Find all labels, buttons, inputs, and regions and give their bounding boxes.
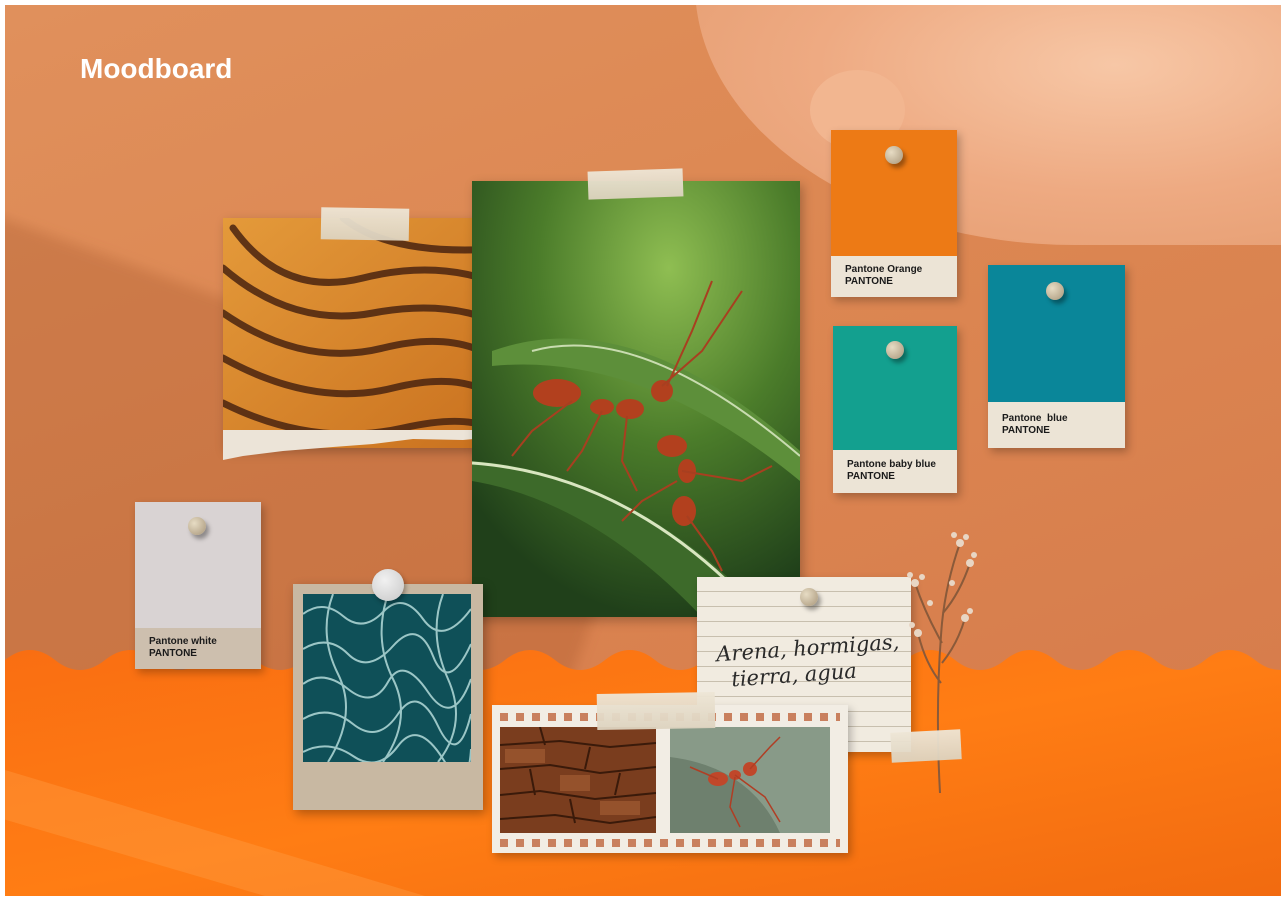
swatch-name: Pantone Orange bbox=[845, 264, 923, 275]
push-pin bbox=[886, 341, 904, 359]
push-pin bbox=[188, 517, 206, 535]
swatch-brand: PANTONE bbox=[845, 276, 893, 287]
swatch-name: Pantone blue bbox=[1002, 413, 1068, 424]
tape-strip bbox=[596, 691, 716, 731]
tape-strip bbox=[587, 168, 684, 200]
ants-on-leaf-photo bbox=[472, 181, 800, 617]
push-pin bbox=[885, 146, 903, 164]
tape-strip bbox=[320, 207, 410, 241]
page-title: Moodboard bbox=[80, 53, 233, 84]
film-perforations bbox=[500, 839, 840, 847]
torn-paper-edge bbox=[223, 430, 508, 460]
swatch-brand: PANTONE bbox=[149, 648, 197, 659]
rock-texture-photo bbox=[500, 727, 656, 833]
note-text: Arena, hormigas, tierra, agua bbox=[715, 629, 900, 693]
tape-strip bbox=[890, 729, 962, 763]
swatch-brand: PANTONE bbox=[847, 471, 895, 482]
swatch-name: Pantone baby blue bbox=[847, 459, 936, 470]
water-polaroid bbox=[293, 584, 483, 810]
push-pin bbox=[372, 569, 404, 601]
push-pin bbox=[1046, 282, 1064, 300]
ant-closeup-photo bbox=[670, 727, 830, 833]
moodboard-canvas: Moodboard Pantone Orange PANTONE Pantone… bbox=[5, 5, 1281, 896]
swatch-name: Pantone white bbox=[149, 636, 217, 647]
swatch-brand: PANTONE bbox=[1002, 425, 1050, 436]
sand-dunes-photo bbox=[223, 218, 508, 448]
water-caustics-photo bbox=[303, 594, 471, 762]
push-pin bbox=[800, 588, 818, 606]
